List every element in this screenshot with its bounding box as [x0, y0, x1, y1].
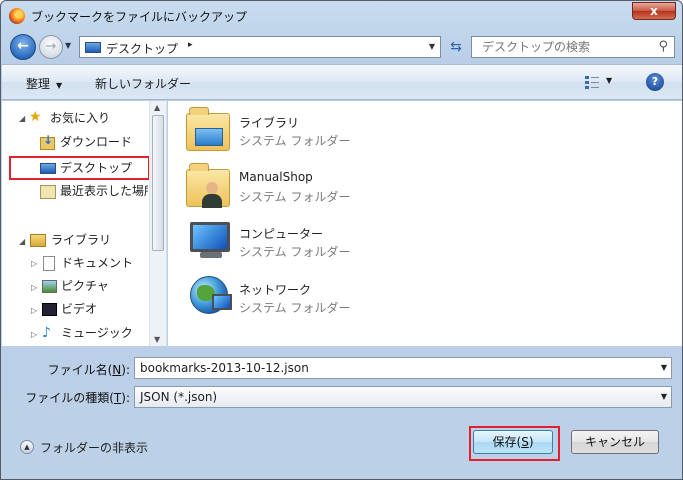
- libraries-icon: [30, 234, 46, 247]
- expand-pictures-icon[interactable]: ▷: [31, 283, 37, 292]
- filename-label: ファイル名(N):: [47, 363, 130, 377]
- organize-label: 整理: [26, 77, 51, 91]
- history-dropdown-icon[interactable]: ▼: [65, 41, 71, 50]
- forward-button[interactable]: →: [39, 35, 63, 59]
- user-folder-icon: [186, 163, 230, 208]
- address-crumb-desktop[interactable]: デスクトップ: [106, 40, 178, 57]
- item-type: システム フォルダー: [239, 190, 351, 204]
- scroll-down-arrow-icon[interactable]: ▼: [154, 335, 160, 344]
- breadcrumb-arrow-icon[interactable]: ▸: [188, 40, 193, 50]
- list-item[interactable]: ライブラリ システム フォルダー: [186, 105, 486, 157]
- change-view-icon[interactable]: [585, 75, 599, 89]
- save-button[interactable]: 保存(S): [473, 430, 553, 454]
- search-input[interactable]: [472, 37, 652, 57]
- filename-field[interactable]: bookmarks-2013-10-12.json ▼: [134, 357, 672, 379]
- item-name: コンピューター: [239, 227, 324, 241]
- pictures-icon: [42, 280, 57, 293]
- help-icon[interactable]: ?: [646, 73, 664, 91]
- chevron-down-icon: ▼: [56, 81, 63, 90]
- collapse-favorites-icon[interactable]: ◢: [19, 114, 25, 123]
- close-button[interactable]: x: [632, 2, 676, 20]
- file-list-pane: ライブラリ システム フォルダー ManualShop システム フォルダー コ…: [168, 101, 682, 346]
- hide-folders-label: フォルダーの非表示: [40, 441, 149, 455]
- videos-icon: [42, 303, 57, 316]
- firefox-icon: [9, 8, 25, 24]
- desktop-icon: [40, 163, 56, 174]
- desktop-icon: [85, 42, 101, 53]
- list-item[interactable]: ネットワーク システム フォルダー: [186, 272, 486, 324]
- sidebar-scrollbar[interactable]: ▲ ▼: [149, 101, 166, 346]
- chevron-up-icon: ▲: [20, 440, 34, 454]
- filetype-dropdown-icon[interactable]: ▼: [661, 392, 667, 401]
- scroll-up-arrow-icon[interactable]: ▲: [154, 103, 160, 112]
- filename-dropdown-icon[interactable]: ▼: [661, 363, 667, 372]
- list-item[interactable]: ManualShop システム フォルダー: [186, 161, 486, 213]
- new-folder-button[interactable]: 新しいフォルダー: [95, 75, 191, 92]
- item-name: ネットワーク: [239, 283, 312, 297]
- libraries-icon: [186, 107, 230, 151]
- search-box[interactable]: ⚲: [471, 36, 675, 58]
- save-dialog-window: ブックマークをファイルにバックアップ x ← → ▼ デスクトップ ▸ ▼ ⇆ …: [0, 0, 683, 480]
- list-item[interactable]: コンピューター システム フォルダー: [186, 216, 486, 268]
- expand-music-icon[interactable]: ▷: [31, 330, 37, 339]
- item-type: システム フォルダー: [239, 301, 351, 315]
- filetype-label: ファイルの種類(T):: [25, 391, 130, 405]
- navigation-bar: ← → ▼ デスクトップ ▸ ▼ ⇆ ⚲: [1, 31, 682, 63]
- window-title: ブックマークをファイルにバックアップ: [31, 10, 248, 24]
- documents-icon: [43, 256, 55, 271]
- recent-places-icon: [40, 185, 56, 199]
- item-type: システム フォルダー: [239, 245, 351, 259]
- filetype-value: JSON (*.json): [140, 390, 218, 404]
- address-dropdown-icon[interactable]: ▼: [429, 42, 435, 51]
- item-name: ライブラリ: [239, 116, 300, 130]
- collapse-libraries-icon[interactable]: ◢: [19, 237, 25, 246]
- back-button[interactable]: ←: [10, 34, 36, 60]
- filetype-select[interactable]: JSON (*.json) ▼: [134, 386, 672, 408]
- sidebar-item-recent-places[interactable]: 最近表示した場所: [60, 181, 148, 201]
- search-icon[interactable]: ⚲: [658, 39, 668, 54]
- download-folder-icon: [40, 133, 55, 150]
- item-name: ManualShop: [239, 170, 313, 184]
- refresh-button[interactable]: ⇆: [444, 36, 468, 58]
- address-bar[interactable]: デスクトップ ▸ ▼: [79, 36, 441, 58]
- title-bar: ブックマークをファイルにバックアップ x: [1, 1, 682, 31]
- command-toolbar: 整理 ▼ 新しいフォルダー ▼ ?: [2, 64, 682, 100]
- save-form: ファイル名(N): bookmarks-2013-10-12.json ▼ ファ…: [2, 347, 682, 480]
- filename-value[interactable]: bookmarks-2013-10-12.json: [140, 361, 309, 375]
- expand-documents-icon[interactable]: ▷: [31, 259, 37, 268]
- cancel-button[interactable]: キャンセル: [571, 430, 659, 454]
- organize-menu-button[interactable]: 整理 ▼: [26, 75, 62, 92]
- expand-videos-icon[interactable]: ▷: [31, 306, 37, 315]
- view-options-dropdown-icon[interactable]: ▼: [606, 76, 612, 85]
- scrollbar-thumb[interactable]: [152, 115, 164, 251]
- navigation-pane: ◢ ★ お気に入り ダウンロード デスクトップ 最近表示した場所 ◢ ライブラリ…: [2, 101, 167, 346]
- item-type: システム フォルダー: [239, 134, 351, 148]
- favorites-star-icon: ★: [29, 109, 42, 125]
- music-icon: ♪: [42, 325, 51, 341]
